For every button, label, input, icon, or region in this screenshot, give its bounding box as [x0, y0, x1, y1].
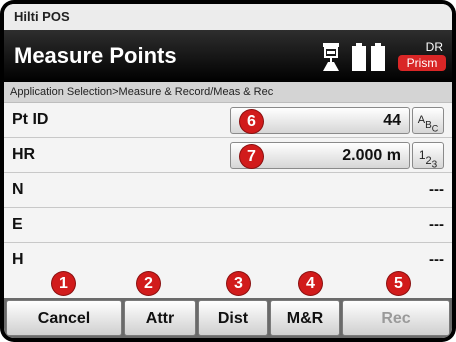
measure-record-button[interactable]: M&R — [270, 300, 340, 336]
instrument-icon — [323, 43, 339, 71]
n-label: N — [12, 181, 24, 198]
numeric-123-icon[interactable]: 123 — [412, 142, 444, 170]
status-indicator: DR Prism — [398, 41, 446, 71]
app-title: Hilti POS — [14, 9, 70, 24]
e-value: --- — [429, 216, 444, 233]
hr-value: 2.000 m — [342, 147, 401, 164]
breadcrumb: Application Selection>Measure & Record/M… — [4, 82, 452, 103]
battery-icon-2 — [371, 43, 385, 71]
screen: Hilti POS Measure Points DR Prism Applic… — [4, 4, 452, 338]
battery-icon — [352, 43, 366, 71]
callout-marker-7: 7 — [240, 145, 263, 168]
status-mode: DR — [425, 40, 443, 54]
callout-marker-2: 2 — [137, 272, 160, 295]
row-e: E --- — [4, 208, 452, 243]
cancel-button[interactable]: Cancel — [6, 300, 122, 336]
pt-id-value: 44 — [383, 112, 401, 129]
hr-label: HR — [12, 146, 36, 163]
prism-badge: Prism — [398, 55, 446, 71]
device-frame: Hilti POS Measure Points DR Prism Applic… — [0, 0, 456, 342]
callout-marker-6: 6 — [240, 110, 263, 133]
header-icons — [320, 42, 390, 72]
row-pt-id: Pt ID 44 ABC — [4, 103, 452, 138]
callout-marker-5: 5 — [387, 272, 410, 295]
h-label: H — [12, 251, 24, 268]
softkey-bar: Cancel Attr Dist M&R Rec — [4, 298, 452, 338]
attr-button[interactable]: Attr — [124, 300, 196, 336]
n-value: --- — [429, 181, 444, 198]
row-n: N --- — [4, 173, 452, 208]
dist-button[interactable]: Dist — [198, 300, 268, 336]
page-title: Measure Points — [14, 43, 177, 68]
row-h: H --- — [4, 243, 452, 277]
h-value: --- — [429, 251, 444, 268]
alpha-abc-icon[interactable]: ABC — [412, 107, 444, 134]
app-title-bar: Hilti POS — [4, 4, 452, 30]
callout-marker-4: 4 — [299, 272, 322, 295]
callout-marker-1: 1 — [52, 272, 75, 295]
pt-id-label: Pt ID — [12, 111, 49, 128]
row-hr: HR 2.000 m 123 — [4, 138, 452, 173]
page-header: Measure Points DR Prism — [4, 30, 452, 82]
e-label: E — [12, 216, 23, 233]
callout-marker-3: 3 — [227, 272, 250, 295]
record-button[interactable]: Rec — [342, 300, 450, 336]
